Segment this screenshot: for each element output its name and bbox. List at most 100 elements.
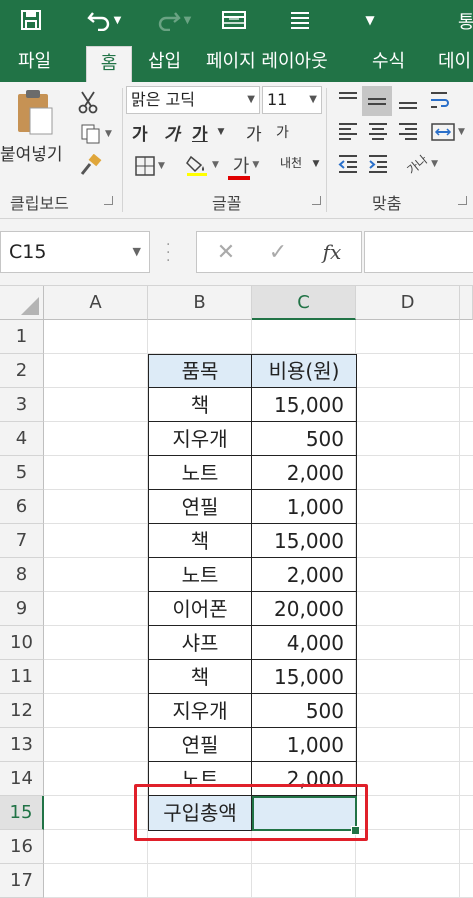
phonetic-button[interactable]: 내천: [280, 154, 302, 171]
column-header-c[interactable]: C: [252, 286, 356, 320]
row-header-11[interactable]: 11: [0, 660, 44, 694]
format-painter-icon[interactable]: [76, 152, 104, 180]
grow-font-button[interactable]: 가: [246, 120, 262, 145]
clipboard-launcher-icon[interactable]: [104, 196, 113, 205]
row-header-13[interactable]: 13: [0, 728, 44, 762]
row-header-14[interactable]: 14: [0, 762, 44, 796]
row-header-16[interactable]: 16: [0, 830, 44, 864]
row-header-17[interactable]: 17: [0, 864, 44, 898]
table-cell-item[interactable]: 연필: [148, 728, 252, 762]
undo-icon[interactable]: ▼: [76, 0, 132, 40]
row-header-15[interactable]: 15: [0, 796, 44, 830]
form-icon[interactable]: [218, 0, 250, 40]
row-header-8[interactable]: 8: [0, 558, 44, 592]
customize-dropdown-icon[interactable]: ▼: [358, 0, 382, 40]
total-label-cell[interactable]: 구입총액: [148, 796, 252, 830]
table-header-item[interactable]: 품목: [148, 354, 252, 388]
row-header-1[interactable]: 1: [0, 320, 44, 354]
row-header-6[interactable]: 6: [0, 490, 44, 524]
table-cell-cost[interactable]: 20,000: [252, 592, 356, 626]
underline-dropdown-icon[interactable]: ▼: [214, 122, 228, 142]
table-cell-cost[interactable]: 2,000: [252, 456, 356, 490]
borders-icon[interactable]: ▼: [130, 152, 170, 180]
formula-input[interactable]: [364, 231, 473, 273]
align-left-icon[interactable]: [334, 118, 362, 146]
row-header-10[interactable]: 10: [0, 626, 44, 660]
row-header-2[interactable]: 2: [0, 354, 44, 388]
align-icon[interactable]: [284, 0, 316, 40]
tab-page-layout[interactable]: 페이지 레이아웃: [206, 42, 328, 82]
table-cell-item[interactable]: 이어폰: [148, 592, 252, 626]
align-center-icon[interactable]: [364, 118, 392, 146]
row-header-3[interactable]: 3: [0, 388, 44, 422]
insert-function-icon[interactable]: fx: [307, 232, 357, 272]
fill-handle[interactable]: [351, 826, 360, 835]
table-cell-item[interactable]: 책: [148, 388, 252, 422]
middle-align-icon[interactable]: [362, 86, 392, 116]
table-cell-cost[interactable]: 15,000: [252, 388, 356, 422]
bold-button[interactable]: 가: [132, 120, 148, 145]
enter-icon[interactable]: ✓: [253, 232, 303, 272]
worksheet-grid[interactable]: A B C D 1 2 3 4 5 6 7 8 9 10 11 12 13 14 15 16 17 품목 비용(…: [0, 286, 473, 898]
table-cell-item[interactable]: 노트: [148, 456, 252, 490]
paste-label[interactable]: 붙여넣기: [0, 140, 63, 165]
table-cell-item[interactable]: 책: [148, 660, 252, 694]
fill-color-icon[interactable]: ▼: [180, 150, 224, 180]
row-header-9[interactable]: 9: [0, 592, 44, 626]
save-icon[interactable]: [8, 0, 54, 40]
table-cell-cost[interactable]: 2,000: [252, 558, 356, 592]
column-header-d[interactable]: D: [356, 286, 460, 320]
bottom-align-icon[interactable]: [394, 86, 422, 114]
table-cell-cost[interactable]: 500: [252, 694, 356, 728]
top-align-icon[interactable]: [334, 86, 362, 114]
table-cell-cost[interactable]: 2,000: [252, 762, 356, 796]
wrap-text-icon[interactable]: [426, 86, 456, 114]
row-header-5[interactable]: 5: [0, 456, 44, 490]
increase-indent-icon[interactable]: [364, 150, 392, 178]
table-cell-item[interactable]: 지우개: [148, 422, 252, 456]
table-header-cost[interactable]: 비용(원): [252, 354, 356, 388]
font-name-combo[interactable]: 맑은 고딕 ▼: [126, 86, 260, 114]
table-cell-item[interactable]: 노트: [148, 762, 252, 796]
table-cell-item[interactable]: 연필: [148, 490, 252, 524]
merge-center-icon[interactable]: ▼: [426, 118, 470, 146]
tab-home[interactable]: 홈: [86, 46, 132, 83]
row-header-7[interactable]: 7: [0, 524, 44, 558]
orientation-icon[interactable]: 가나 ▼: [400, 150, 444, 178]
alignment-launcher-icon[interactable]: [458, 196, 467, 205]
tab-insert[interactable]: 삽입: [148, 42, 181, 82]
font-launcher-icon[interactable]: [312, 196, 321, 205]
table-cell-cost[interactable]: 1,000: [252, 728, 356, 762]
column-header-b[interactable]: B: [148, 286, 252, 320]
select-all-button[interactable]: [0, 286, 44, 320]
cut-icon[interactable]: [76, 88, 100, 116]
shrink-font-button[interactable]: 가: [276, 122, 289, 142]
copy-icon[interactable]: ▼: [76, 120, 116, 148]
drag-handle-icon[interactable]: · · ·: [166, 238, 170, 268]
decrease-indent-icon[interactable]: [334, 150, 362, 178]
table-cell-cost[interactable]: 15,000: [252, 660, 356, 694]
name-box[interactable]: C15 ▼: [0, 231, 150, 273]
italic-button[interactable]: 가: [164, 120, 180, 145]
cancel-icon[interactable]: ✕: [201, 232, 251, 272]
phonetic-dropdown-icon[interactable]: ▼: [310, 154, 322, 174]
table-cell-cost[interactable]: 500: [252, 422, 356, 456]
table-cell-cost[interactable]: 1,000: [252, 490, 356, 524]
table-cell-item[interactable]: 지우개: [148, 694, 252, 728]
table-cell-cost[interactable]: 15,000: [252, 524, 356, 558]
table-cell-item[interactable]: 책: [148, 524, 252, 558]
row-header-12[interactable]: 12: [0, 694, 44, 728]
table-cell-cost[interactable]: 4,000: [252, 626, 356, 660]
underline-button[interactable]: 가: [192, 120, 208, 145]
column-header-e[interactable]: [460, 286, 473, 320]
column-header-a[interactable]: A: [44, 286, 148, 320]
tab-formulas[interactable]: 수식: [372, 42, 405, 82]
tab-data[interactable]: 데이: [438, 42, 471, 82]
redo-icon[interactable]: ▼: [146, 0, 202, 40]
align-right-icon[interactable]: [394, 118, 422, 146]
font-size-combo[interactable]: 11 ▼: [262, 86, 322, 114]
paste-icon[interactable]: [10, 86, 60, 138]
tab-file[interactable]: 파일: [18, 42, 51, 82]
table-cell-item[interactable]: 노트: [148, 558, 252, 592]
table-cell-item[interactable]: 샤프: [148, 626, 252, 660]
